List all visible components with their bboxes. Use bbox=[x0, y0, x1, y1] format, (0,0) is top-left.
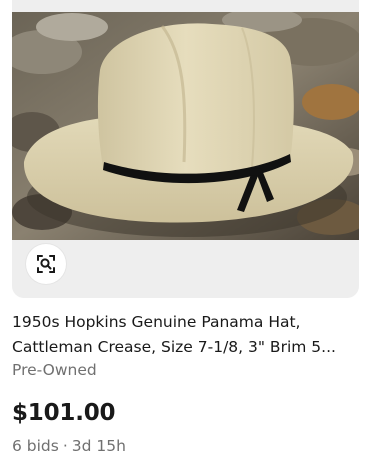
listing-title[interactable]: 1950s Hopkins Genuine Panama Hat, Cattle… bbox=[12, 310, 362, 360]
listing-condition: Pre-Owned bbox=[12, 361, 97, 379]
hat-photo bbox=[12, 12, 359, 240]
time-left: 3d 15h bbox=[71, 437, 126, 455]
bid-count: 6 bids bbox=[12, 437, 59, 455]
visual-search-icon bbox=[37, 255, 55, 273]
visual-search-button[interactable] bbox=[26, 244, 66, 284]
listing-meta: 6 bids · 3d 15h bbox=[12, 435, 126, 457]
meta-separator: · bbox=[62, 437, 68, 455]
listing-photo[interactable] bbox=[12, 12, 359, 240]
listing-price: $101.00 bbox=[12, 400, 116, 426]
listing-card[interactable]: 1950s Hopkins Genuine Panama Hat, Cattle… bbox=[0, 0, 370, 463]
listing-image-container[interactable] bbox=[12, 0, 359, 298]
